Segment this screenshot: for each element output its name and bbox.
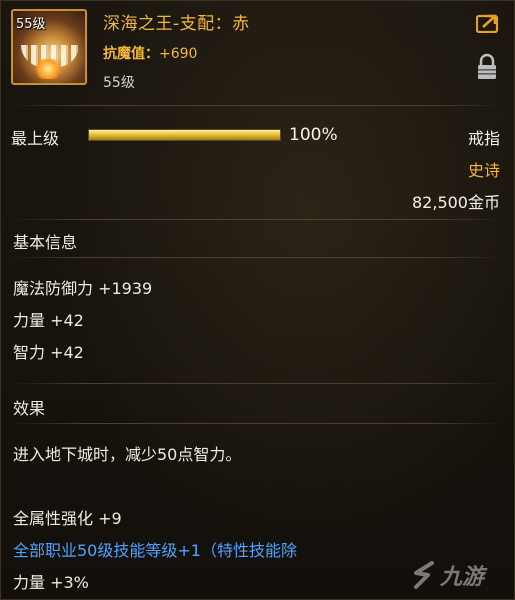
effect-divider <box>9 383 506 384</box>
share-icon[interactable] <box>476 13 500 33</box>
effect-all-attribute-enhance: 全属性强化 +9 <box>13 509 122 528</box>
item-price: 82,500金币 <box>412 193 500 212</box>
grade-percent: 100% <box>289 125 338 145</box>
stat-intelligence: 智力 +42 <box>13 343 84 362</box>
watermark-logo: 九游 <box>410 555 510 595</box>
anti-magic-stat: 抗魔值：+690 <box>103 43 197 63</box>
effect-title-divider <box>9 423 506 424</box>
item-name: 深海之王-支配：赤 <box>103 14 250 34</box>
basic-info-divider <box>9 219 506 220</box>
nine-game-logo-icon <box>414 561 434 589</box>
item-level-badge: 55级 <box>16 17 46 32</box>
item-type: 戒指 <box>467 129 500 148</box>
item-tooltip-panel: 55级 深海之王-支配：赤 抗魔值：+690 55级 最上级 100% 戒指 史… <box>0 0 515 600</box>
item-rarity: 史诗 <box>467 161 500 180</box>
header-divider <box>9 105 506 106</box>
effect-title: 效果 <box>13 399 46 418</box>
basic-info-title-divider <box>9 257 506 258</box>
basic-info-title: 基本信息 <box>13 233 78 252</box>
item-level-requirement: 55级 <box>103 75 135 91</box>
anti-magic-label: 抗魔值： <box>103 46 159 62</box>
effect-skill-level-bonus: 全部职业50级技能等级+1（特性技能除 <box>13 541 297 560</box>
anti-magic-value: +690 <box>159 46 198 62</box>
effect-description: 进入地下城时，减少50点智力。 <box>13 445 242 464</box>
grade-progress-bar <box>88 129 281 141</box>
grade-label: 最上级 <box>11 129 60 148</box>
watermark-text: 九游 <box>440 564 485 590</box>
lock-icon[interactable] <box>476 53 498 81</box>
effect-strength-percent: 力量 +3% <box>13 573 89 592</box>
stat-strength: 力量 +42 <box>13 311 84 330</box>
fang-necklace-item-icon[interactable]: 55级 <box>11 9 87 85</box>
fire-glow-graphic <box>33 59 63 79</box>
grade-progress-fill <box>89 130 280 140</box>
stat-magic-defense: 魔法防御力 +1939 <box>13 279 153 298</box>
